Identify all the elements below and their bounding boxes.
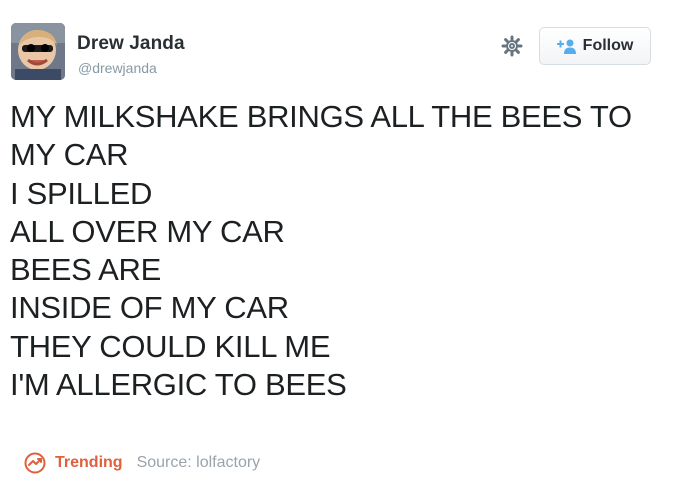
add-user-icon xyxy=(556,39,576,54)
gear-icon[interactable] xyxy=(501,35,523,57)
trending-icon[interactable] xyxy=(24,452,46,474)
avatar[interactable] xyxy=(11,23,65,80)
follow-label: Follow xyxy=(582,37,634,54)
source-credit: Source: lolfactory xyxy=(136,454,261,471)
tweet-line: I SPILLED xyxy=(10,175,153,211)
trending-link[interactable]: Trending xyxy=(55,454,123,472)
tweet-line: MY MILKSHAKE BRINGS ALL THE BEES TO xyxy=(10,99,632,134)
author-name[interactable]: Drew Janda xyxy=(77,33,185,55)
follow-button[interactable]: Follow xyxy=(539,27,651,65)
tweet-line: MY CAR xyxy=(10,137,129,173)
tweet-line: I'M ALLERGIC TO BEES xyxy=(10,367,347,403)
tweet-text: MY MILKSHAKE BRINGS ALL THE BEES TO MY C… xyxy=(10,98,665,404)
tweet-line: THEY COULD KILL ME xyxy=(10,328,331,364)
tweet-line: ALL OVER MY CAR xyxy=(10,213,285,249)
author-handle[interactable]: @drewjanda xyxy=(78,60,157,76)
tweet-line: INSIDE OF MY CAR xyxy=(10,290,289,326)
avatar-photo xyxy=(11,23,65,80)
tweet-card: Drew Janda @drewjanda Follow MY MILKSHAK… xyxy=(0,0,673,490)
tweet-line: BEES ARE xyxy=(10,252,161,288)
footer: Trending Source: lolfactory xyxy=(24,450,260,476)
